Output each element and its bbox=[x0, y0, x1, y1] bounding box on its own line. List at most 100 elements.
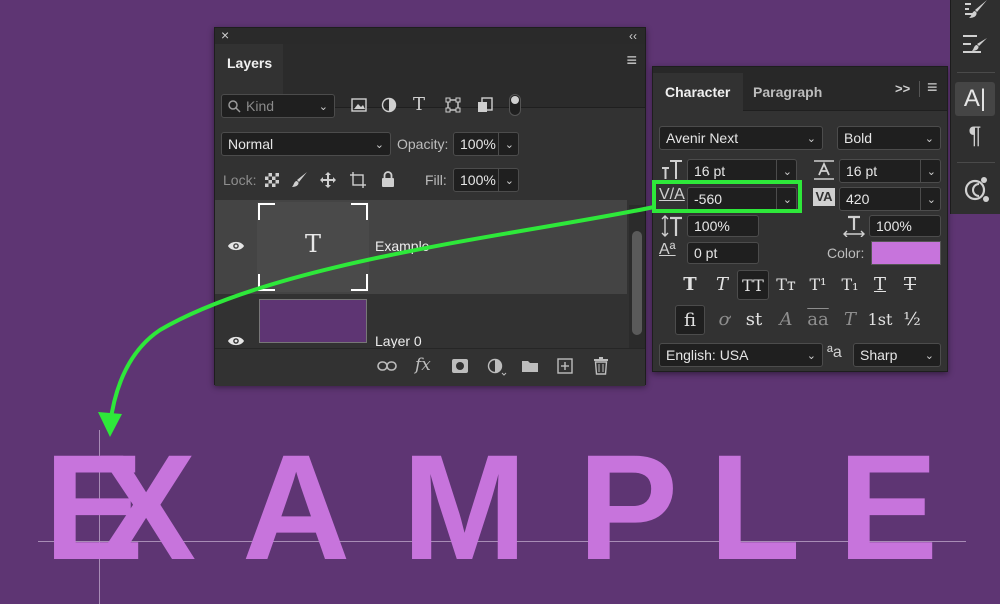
ordinals-button[interactable]: 1st bbox=[865, 305, 895, 335]
smart-object-filter-icon[interactable] bbox=[477, 97, 493, 113]
vertical-scale-input[interactable]: 100% bbox=[687, 215, 759, 237]
subscript-button[interactable]: T₁ bbox=[835, 270, 865, 300]
layers-scroll-thumb[interactable] bbox=[632, 231, 642, 335]
leading-dropdown[interactable]: ⌄ bbox=[920, 160, 940, 182]
leading-value: 16 pt bbox=[846, 163, 878, 179]
layer-row-example[interactable]: T Example bbox=[215, 200, 627, 294]
opacity-dropdown[interactable]: ⌄ bbox=[498, 133, 518, 155]
language-value: English: USA bbox=[666, 347, 749, 363]
chevron-down-icon: ⌄ bbox=[924, 133, 934, 145]
type-layer-icon: T bbox=[304, 230, 321, 258]
adjustment-filter-icon[interactable] bbox=[381, 97, 397, 113]
text-color-swatch[interactable] bbox=[871, 241, 941, 265]
font-size-dropdown[interactable]: ⌄ bbox=[776, 160, 796, 182]
kerning-input[interactable]: -560 ⌄ bbox=[687, 187, 797, 211]
fill-dropdown[interactable]: ⌄ bbox=[498, 169, 518, 191]
layer-row-layer-0[interactable]: Layer 0 bbox=[215, 295, 627, 348]
canvas-letter-p: P bbox=[578, 423, 679, 591]
font-family-select[interactable]: Avenir Next ⌄ bbox=[659, 126, 823, 150]
panel-tool-strip: A| ¶ bbox=[950, 0, 1000, 214]
discretionary-ligatures-button[interactable]: st bbox=[739, 305, 769, 335]
lock-image-pixels-brush-icon[interactable] bbox=[291, 171, 309, 189]
leading-icon bbox=[814, 160, 834, 180]
tab-character[interactable]: Character bbox=[653, 73, 743, 111]
opacity-input[interactable]: 100% ⌄ bbox=[453, 132, 519, 156]
brush-settings-icon[interactable] bbox=[963, 0, 989, 20]
opacity-value: 100% bbox=[460, 136, 496, 152]
leading-input[interactable]: 16 pt ⌄ bbox=[839, 159, 941, 183]
kerning-dropdown[interactable]: ⌄ bbox=[776, 188, 796, 210]
type-filter-icon[interactable]: T bbox=[413, 94, 425, 115]
faux-italic-button[interactable]: T bbox=[707, 270, 737, 300]
titling-alternates-button[interactable]: T bbox=[835, 305, 865, 335]
chevron-down-icon: ⌄ bbox=[806, 350, 816, 362]
all-caps-button[interactable]: TT bbox=[737, 270, 769, 300]
eye-visibility-icon[interactable] bbox=[227, 335, 245, 347]
standard-ligatures-button[interactable]: fi bbox=[675, 305, 705, 335]
fill-input[interactable]: 100% ⌄ bbox=[453, 168, 519, 192]
anti-alias-value: Sharp bbox=[860, 347, 898, 363]
layer-name-layer-0[interactable]: Layer 0 bbox=[375, 333, 422, 348]
tab-layers-label: Layers bbox=[227, 55, 273, 71]
blend-mode-select[interactable]: Normal ⌄ bbox=[221, 132, 391, 156]
baseline-shift-input[interactable]: 0 pt bbox=[687, 242, 759, 264]
small-caps-button[interactable]: Tт bbox=[771, 270, 801, 300]
underline-button[interactable]: T bbox=[865, 270, 895, 300]
eye-visibility-icon[interactable] bbox=[227, 240, 245, 252]
chevron-down-icon: ⌄ bbox=[374, 139, 384, 151]
lock-transparent-pixels-icon[interactable] bbox=[265, 173, 279, 187]
glyphs-panel-icon[interactable] bbox=[963, 174, 991, 204]
opacity-label: Opacity: bbox=[397, 136, 449, 152]
layer-name-example[interactable]: Example bbox=[375, 238, 429, 254]
tracking-icon: VA bbox=[813, 188, 835, 206]
faux-bold-button[interactable]: T bbox=[675, 270, 705, 300]
image-filter-icon[interactable] bbox=[351, 98, 367, 112]
anti-alias-icon: ªa bbox=[827, 344, 842, 361]
baseline-shift-icon: Aª bbox=[659, 241, 676, 258]
strikethrough-button[interactable]: T bbox=[895, 270, 925, 300]
font-style-value: Bold bbox=[844, 130, 873, 146]
layers-menu-icon[interactable]: ≡ bbox=[626, 50, 637, 71]
layer-filter-kind-select[interactable]: Kind ⌄ bbox=[221, 94, 335, 118]
layers-panel-titlebar[interactable]: × ‹‹ bbox=[215, 27, 645, 44]
add-layer-mask-icon[interactable] bbox=[451, 358, 469, 374]
lock-position-move-icon[interactable] bbox=[319, 171, 337, 189]
tracking-value: 420 bbox=[846, 191, 870, 207]
filter-toggle-switch[interactable] bbox=[509, 94, 521, 116]
contextual-alternates-button[interactable]: ơ bbox=[709, 305, 739, 335]
close-panel-button[interactable]: × bbox=[221, 27, 229, 43]
new-group-folder-icon[interactable] bbox=[521, 359, 539, 373]
horizontal-scale-input[interactable]: 100% bbox=[869, 215, 941, 237]
fractions-button[interactable]: ½ bbox=[897, 305, 927, 335]
language-select[interactable]: English: USA ⌄ bbox=[659, 343, 823, 367]
lock-artboard-icon[interactable] bbox=[349, 171, 367, 189]
expand-panel-button[interactable]: >> bbox=[895, 81, 910, 96]
fill-value: 100% bbox=[460, 172, 496, 188]
tab-paragraph[interactable]: Paragraph bbox=[753, 73, 822, 111]
superscript-button[interactable]: T¹ bbox=[803, 270, 833, 300]
swash-button[interactable]: A bbox=[771, 305, 801, 335]
tab-paragraph-label: Paragraph bbox=[753, 84, 823, 100]
collapse-panel-button[interactable]: ‹‹ bbox=[629, 28, 637, 44]
layer-effects-fx-icon[interactable]: fx bbox=[415, 355, 431, 375]
canvas-letter-x: X bbox=[96, 423, 197, 591]
new-layer-icon[interactable] bbox=[557, 358, 573, 374]
character-menu-icon[interactable]: ≡ bbox=[927, 77, 938, 98]
paragraph-panel-button[interactable]: ¶ bbox=[955, 120, 995, 152]
tracking-input[interactable]: 420 ⌄ bbox=[839, 187, 941, 211]
stylistic-alternates-button[interactable]: aa bbox=[803, 305, 833, 335]
new-adjustment-layer-icon[interactable] bbox=[487, 358, 507, 376]
shape-filter-icon[interactable] bbox=[445, 97, 461, 113]
layers-scrollbar[interactable] bbox=[629, 205, 645, 348]
baseline-shift-value: 0 pt bbox=[694, 245, 718, 261]
link-layers-icon[interactable] bbox=[377, 359, 397, 373]
delete-layer-trash-icon[interactable] bbox=[593, 357, 609, 375]
font-size-input[interactable]: 16 pt ⌄ bbox=[687, 159, 797, 183]
font-style-select[interactable]: Bold ⌄ bbox=[837, 126, 941, 150]
character-panel-button[interactable]: A| bbox=[955, 82, 995, 116]
brush-presets-icon[interactable] bbox=[961, 32, 989, 56]
layers-footer-toolbar: fx bbox=[215, 348, 645, 386]
anti-alias-select[interactable]: Sharp ⌄ bbox=[853, 343, 941, 367]
lock-all-padlock-icon[interactable] bbox=[381, 171, 395, 188]
tracking-dropdown[interactable]: ⌄ bbox=[920, 188, 940, 210]
